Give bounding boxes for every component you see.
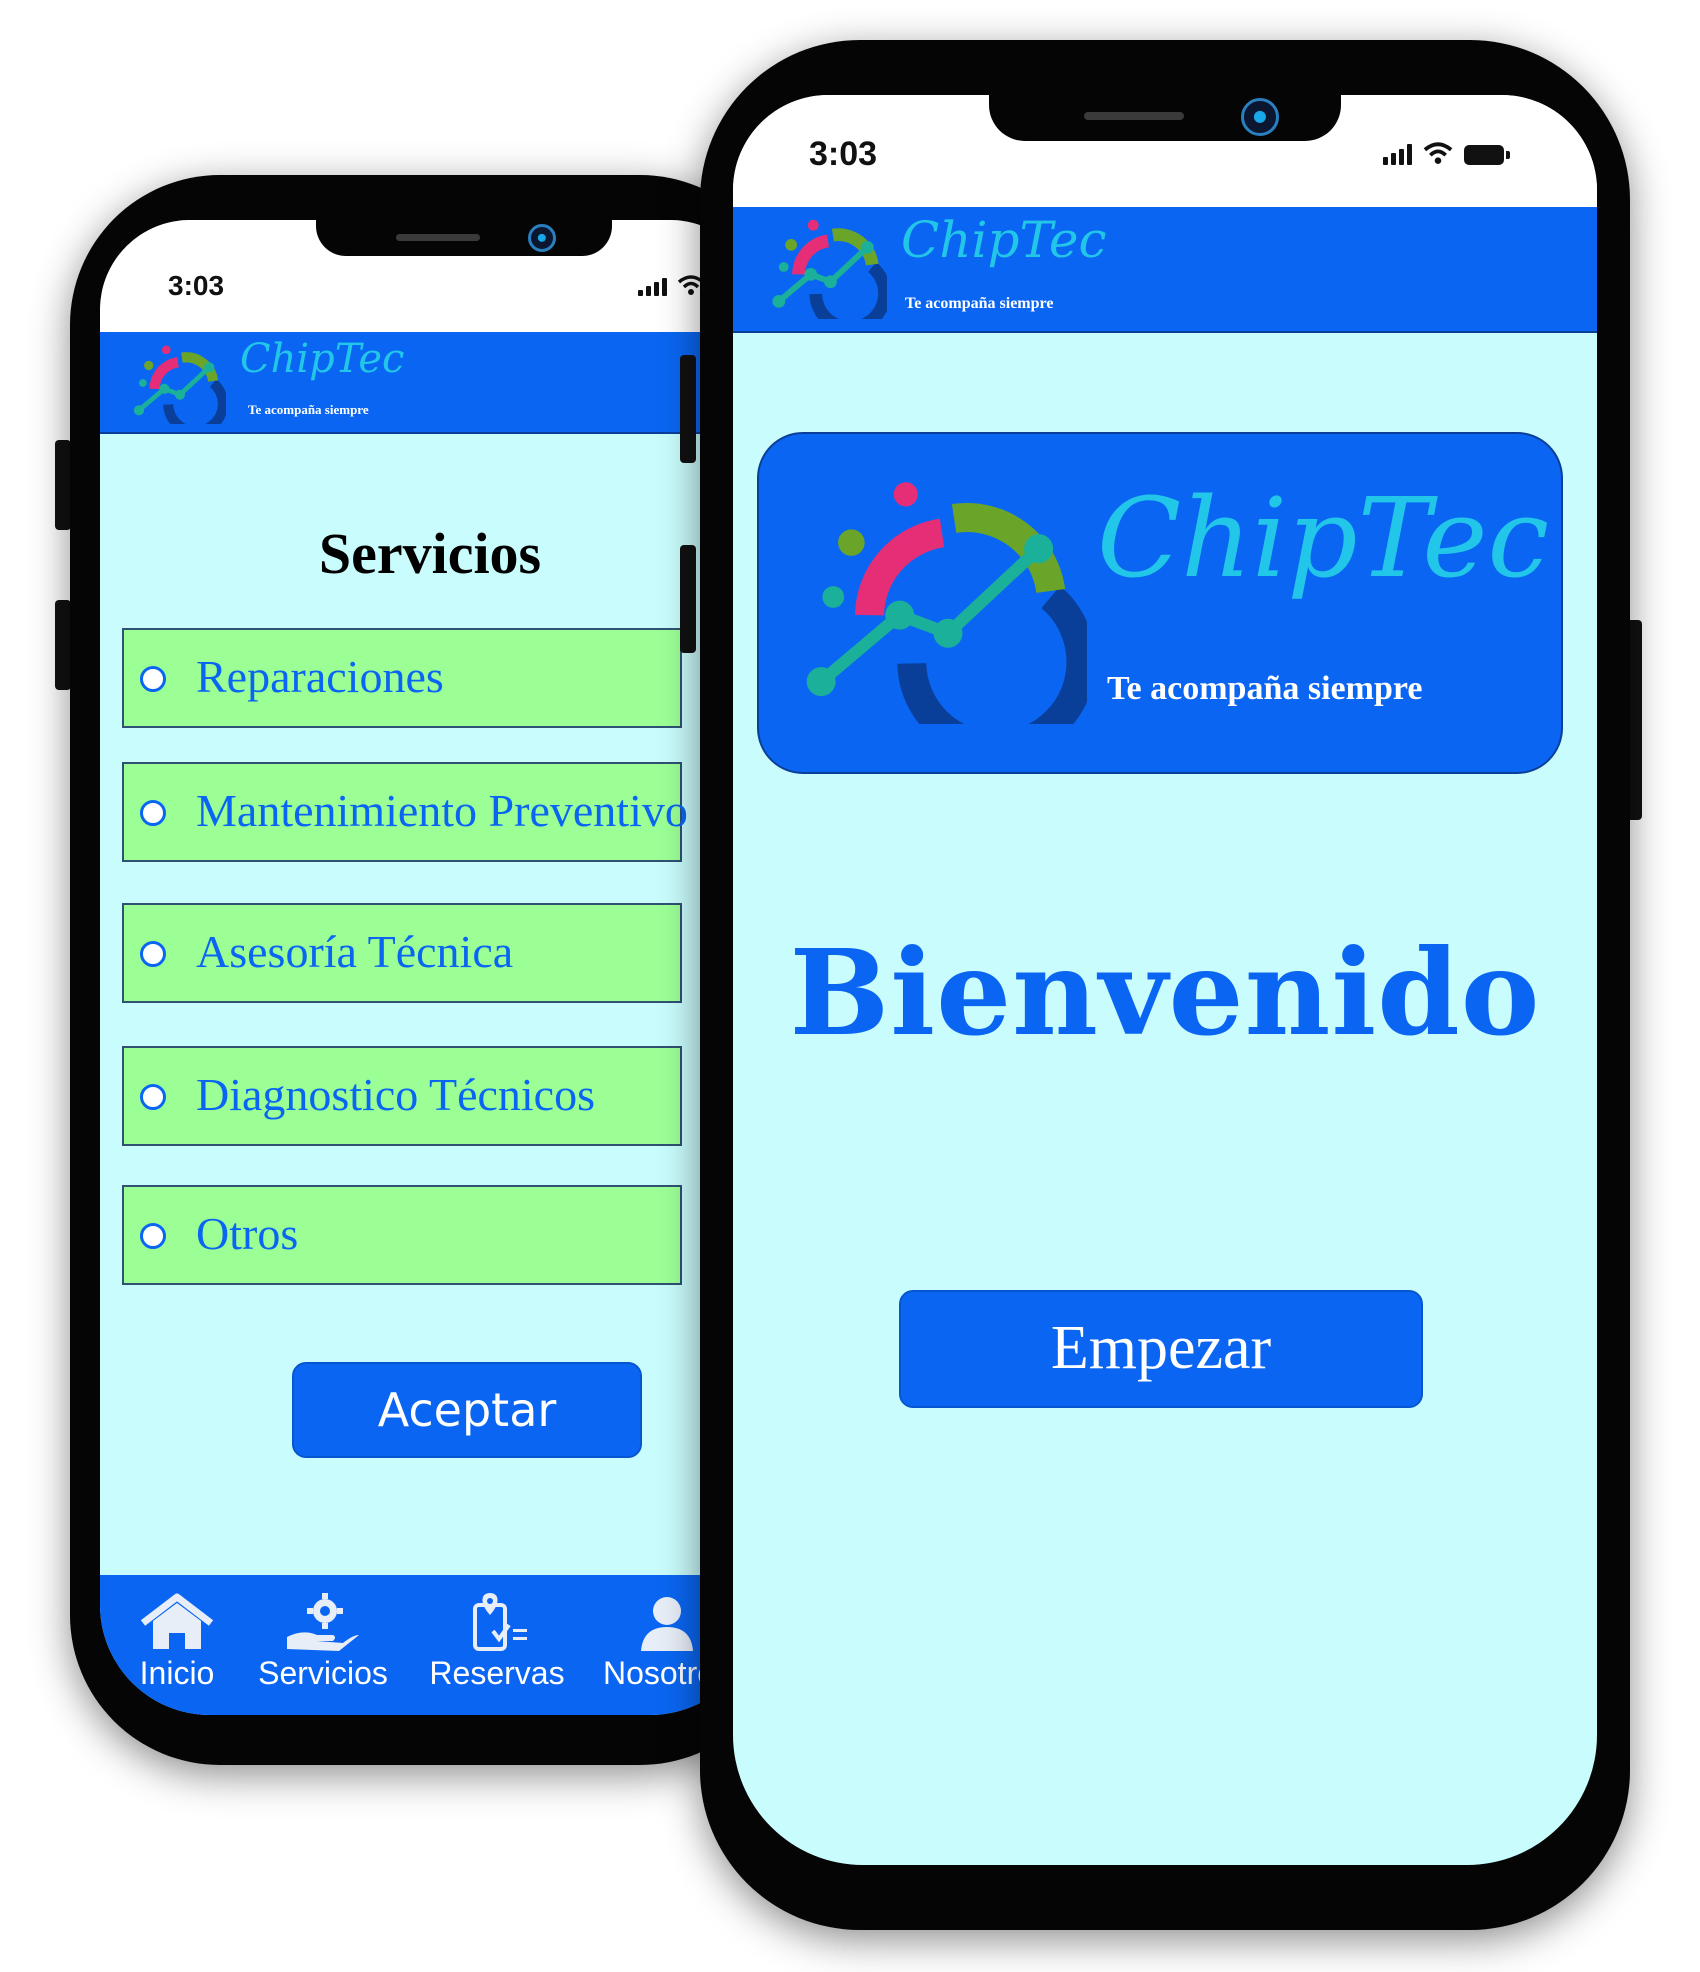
tab-label: Servicios <box>258 1655 388 1691</box>
chiptec-logo-icon <box>806 482 1087 724</box>
option-asesoria-tecnica[interactable]: Asesoría Técnica <box>122 903 682 1003</box>
tab-servicios[interactable]: Servicios <box>248 1591 398 1692</box>
option-label: Otros <box>196 1208 299 1259</box>
right-status-time: 3:03 <box>809 135 878 173</box>
tab-label: Inicio <box>139 1655 215 1691</box>
right-notch <box>989 95 1341 141</box>
signal-icon <box>1383 144 1412 165</box>
radio-button[interactable] <box>140 1223 166 1249</box>
right-status-bar: 3:03 <box>733 95 1597 207</box>
chiptec-logo-icon <box>133 345 226 424</box>
welcome-heading: Bienvenido <box>789 923 1541 1062</box>
left-camera-icon <box>528 224 556 252</box>
radio-button[interactable] <box>140 1084 166 1110</box>
reservation-icon <box>473 1593 527 1651</box>
left-speaker-icon <box>396 234 480 241</box>
right-phone: 3:03 ChipTec Te acompaña siempre ChipTec… <box>700 40 1630 1930</box>
right-app-header: ChipTec Te acompaña siempre <box>733 207 1597 333</box>
right-phone-volume-down <box>680 545 696 653</box>
radio-button[interactable] <box>140 941 166 967</box>
left-phone-screen: 3:03 ChipTec Te acompaña siempre Servici… <box>100 220 760 1715</box>
left-system-icons <box>638 274 705 296</box>
chiptec-logo-icon <box>772 219 887 319</box>
radio-button[interactable] <box>140 666 166 692</box>
right-camera-icon <box>1241 98 1279 136</box>
option-otros[interactable]: Otros <box>122 1185 682 1285</box>
card-brand-tagline: Te acompaña siempre <box>1107 670 1423 707</box>
card-brand-name: ChipTec <box>1097 474 1550 602</box>
option-label: Reparaciones <box>196 651 444 702</box>
tab-label: Reservas <box>429 1655 565 1691</box>
left-app-header: ChipTec Te acompaña siempre <box>100 332 760 434</box>
left-brand-tagline: Te acompaña siempre <box>248 402 369 417</box>
home-icon <box>140 1593 214 1649</box>
right-speaker-icon <box>1084 112 1184 120</box>
left-phone-volume-up <box>55 440 71 530</box>
left-phone-volume-down <box>55 600 71 690</box>
right-brand-name: ChipTec <box>901 211 1107 269</box>
tab-inicio[interactable]: Inicio <box>102 1591 252 1692</box>
tab-reservas[interactable]: Reservas <box>422 1591 572 1692</box>
right-phone-screen: 3:03 ChipTec Te acompaña siempre ChipTec… <box>733 95 1597 1865</box>
right-system-icons <box>1383 141 1510 165</box>
left-notch <box>316 220 612 256</box>
radio-button[interactable] <box>140 800 166 826</box>
option-diagnostico-tecnicos[interactable]: Diagnostico Técnicos <box>122 1046 682 1146</box>
signal-icon <box>638 278 667 296</box>
right-phone-volume-up <box>680 355 696 463</box>
aceptar-button[interactable]: Aceptar <box>292 1362 642 1458</box>
option-label: Asesoría Técnica <box>196 926 514 977</box>
option-mantenimiento-preventivo[interactable]: Mantenimiento Preventivo <box>122 762 688 862</box>
logo-card: ChipTec Te acompaña siempre <box>757 432 1563 774</box>
option-reparaciones[interactable]: Reparaciones <box>122 628 682 728</box>
left-status-bar: 3:03 <box>100 220 760 332</box>
option-label: Mantenimiento Preventivo <box>196 785 688 836</box>
wifi-icon <box>1423 142 1453 164</box>
bottom-tab-bar: Inicio Servicios Reservas Nosotros <box>100 1575 760 1715</box>
hand-gear-icon <box>287 1593 359 1651</box>
left-status-time: 3:03 <box>168 270 225 301</box>
person-icon <box>641 1597 693 1651</box>
empezar-button[interactable]: Empezar <box>899 1290 1423 1408</box>
battery-icon <box>1464 145 1510 165</box>
left-brand-name: ChipTec <box>240 336 405 382</box>
option-label: Diagnostico Técnicos <box>196 1069 595 1120</box>
right-brand-tagline: Te acompaña siempre <box>905 295 1054 312</box>
services-title: Servicios <box>318 521 542 586</box>
